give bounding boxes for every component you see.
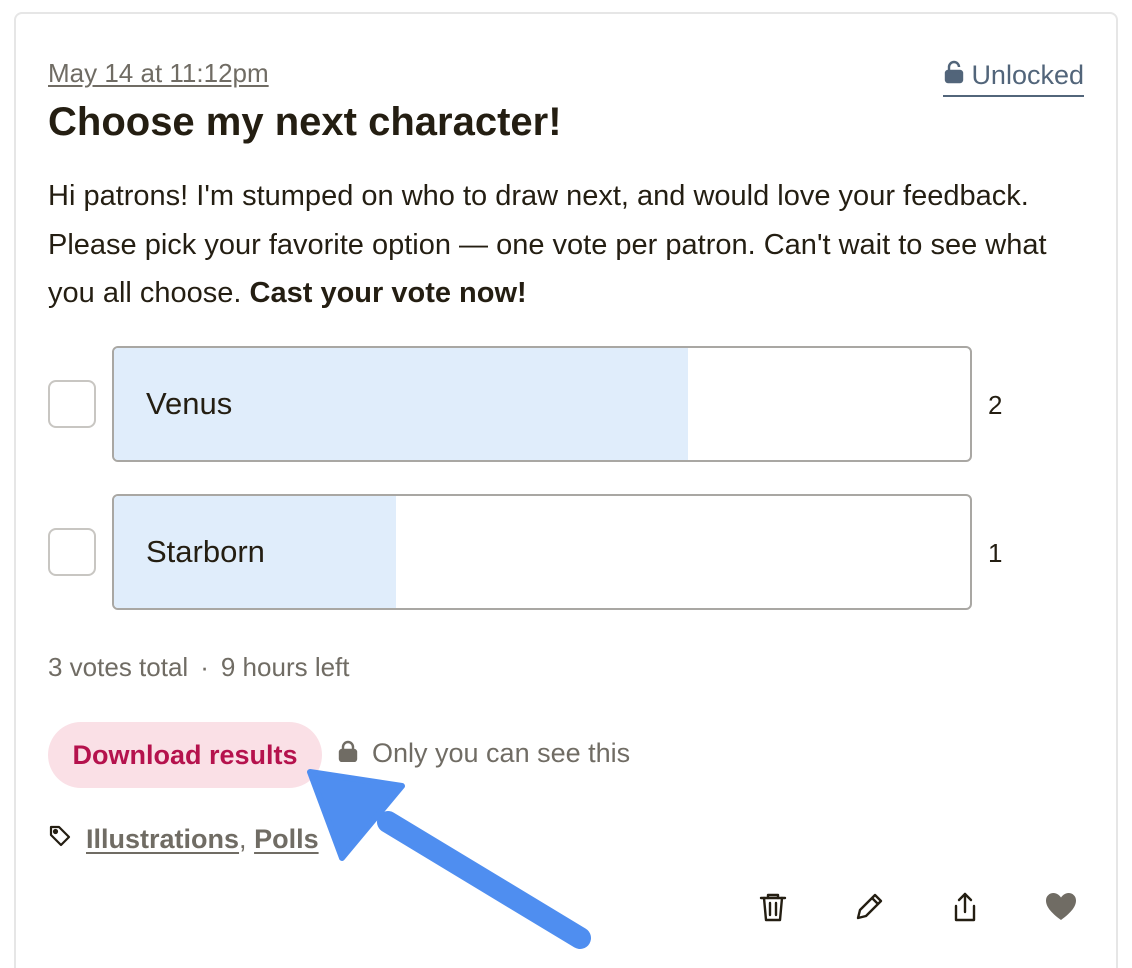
poll-option-votes: 2 <box>988 390 1003 420</box>
edit-button[interactable] <box>852 890 886 928</box>
share-icon <box>948 890 982 929</box>
lock-icon <box>338 738 358 769</box>
private-note: Only you can see this <box>338 738 630 769</box>
access-status[interactable]: Unlocked <box>943 60 1084 97</box>
meta-separator: · <box>200 652 209 682</box>
download-results-button[interactable]: Download results <box>48 722 322 788</box>
poll-option-checkbox[interactable] <box>48 528 96 576</box>
unlock-icon <box>943 60 965 91</box>
post-body: Hi patrons! I'm stumped on who to draw n… <box>48 172 1088 318</box>
share-button[interactable] <box>948 890 982 928</box>
heart-icon <box>1044 890 1078 929</box>
poll-option-bar[interactable]: Starborn <box>112 494 972 610</box>
post-tags: Illustrations, Polls <box>48 824 319 855</box>
poll-meta: 3 votes total · 9 hours left <box>48 652 350 683</box>
poll-option: Starborn 1 <box>48 494 1008 610</box>
private-note-text: Only you can see this <box>372 738 631 768</box>
poll-option-votes: 1 <box>988 538 1003 568</box>
poll-total-votes: 3 votes total <box>48 652 189 682</box>
delete-button[interactable] <box>756 890 790 928</box>
poll-option-checkbox[interactable] <box>48 380 96 428</box>
poll-option-label: Venus <box>146 386 233 421</box>
poll-option-bar[interactable]: Venus <box>112 346 972 462</box>
post-timestamp[interactable]: May 14 at 11:12pm <box>48 58 269 89</box>
post-actions <box>756 890 1078 928</box>
post-body-bold: Cast your vote now! <box>249 277 527 309</box>
poll-option-label: Starborn <box>146 534 265 569</box>
tag-list: Illustrations, Polls <box>86 824 319 855</box>
access-label: Unlocked <box>971 60 1084 90</box>
post-title: Choose my next character! <box>48 100 562 144</box>
tag-icon <box>48 824 72 855</box>
trash-icon <box>756 890 790 929</box>
tag-link-polls[interactable]: Polls <box>254 824 319 854</box>
pencil-icon <box>852 890 886 929</box>
tag-separator: , <box>239 824 247 854</box>
tag-link-illustrations[interactable]: Illustrations <box>86 824 239 854</box>
poll-option: Venus 2 <box>48 346 1008 462</box>
poll-time-left: 9 hours left <box>220 652 350 682</box>
post-body-text: Hi patrons! I'm stumped on who to draw n… <box>48 180 1047 309</box>
like-button[interactable] <box>1044 890 1078 928</box>
